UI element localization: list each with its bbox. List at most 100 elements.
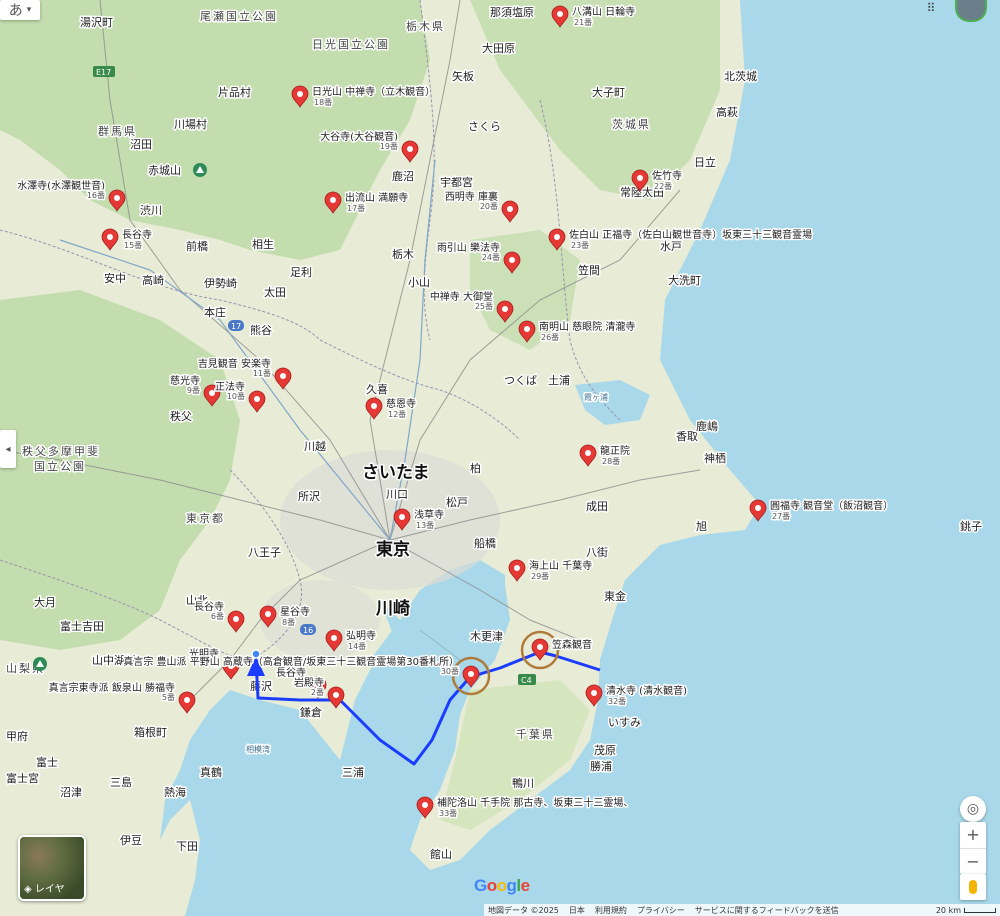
zoom-in-button[interactable]: + — [960, 822, 986, 848]
city-label: 片品村 — [218, 85, 251, 99]
chevron-left-icon: ◂ — [5, 443, 11, 455]
pin-number-label: 33番 — [439, 808, 457, 818]
privacy-link[interactable]: プライバシー — [637, 905, 685, 916]
pin-number-label: 12番 — [388, 409, 406, 419]
map-canvas[interactable]: 尾瀬国立公園 日光国立公園 群馬県 栃木県 茨城県 東京都 千葉県 秩父多摩甲斐… — [0, 0, 1000, 916]
temple-pin[interactable]: 清水寺 (清水観音)32番 — [585, 683, 689, 708]
layers-label: ◈ レイヤ — [24, 884, 65, 895]
pin-number-label: 9番 — [187, 385, 200, 395]
city-label: 大田原 — [482, 41, 515, 55]
water-label: 霞ヶ浦 — [584, 392, 608, 402]
city-label: つくば — [504, 374, 537, 387]
pin-name-label: 出流山 満願寺 — [345, 191, 408, 204]
city-label: 足利 — [290, 266, 312, 279]
collapse-panel-button[interactable]: ◂ — [0, 430, 16, 468]
road-shield: E17 — [96, 68, 111, 77]
pin-number-label: 14番 — [348, 641, 366, 651]
temple-pin[interactable]: 圓福寺 観音堂（飯沼観音）27番 — [749, 498, 895, 523]
pin-center — [554, 234, 560, 240]
zoom-out-button[interactable]: − — [960, 847, 986, 875]
pin-name-label: 真言宗東寺派 飯泉山 勝福寺 — [49, 681, 175, 694]
city-label: 大子町 — [592, 85, 625, 99]
city-label: いすみ — [608, 716, 641, 729]
scale-bar[interactable]: 20 km — [936, 906, 1000, 915]
ime-label: あ — [8, 3, 23, 19]
city-label: 秩父 — [170, 410, 192, 423]
city-label: 安中 — [104, 271, 126, 285]
pin-name-label: 長谷寺 — [122, 229, 152, 241]
city-label: 神栖 — [704, 451, 726, 465]
pin-center — [184, 697, 190, 703]
major-city-label: さいたま — [362, 463, 430, 483]
pin-center — [422, 802, 428, 808]
pin-number-label: 19番 — [380, 141, 398, 151]
pin-center — [399, 514, 405, 520]
region-label: 秩父多摩甲斐 — [22, 444, 100, 458]
pin-name-label: 海上山 千葉寺 — [529, 559, 592, 572]
road-shield: 16 — [303, 626, 313, 635]
my-location-button[interactable]: ◎ — [960, 796, 986, 822]
pin-center — [637, 175, 643, 181]
logo-letter: G — [474, 876, 487, 895]
pin-name-label: 星谷寺 — [280, 606, 310, 618]
pin-name-label: 圓福寺 観音堂（飯沼観音） — [770, 499, 893, 512]
city-label: 船橋 — [474, 536, 496, 550]
pin-number-label: 22番 — [654, 181, 672, 191]
region-label: 尾瀬国立公園 — [200, 9, 278, 23]
city-label: 高萩 — [716, 105, 738, 119]
pin-number-label: 15番 — [124, 240, 142, 250]
pin-center — [297, 91, 303, 97]
layers-label-text: レイヤ — [34, 884, 65, 895]
logo-letter: o — [496, 876, 507, 895]
city-label: 栃木 — [392, 247, 414, 261]
pin-center — [557, 11, 563, 17]
logo-letter: e — [520, 876, 530, 895]
city-label: 八王子 — [248, 546, 281, 559]
city-label: 鴨川 — [512, 776, 534, 790]
temple-pin[interactable]: 補陀洛山 千手院 那古寺、坂東三十三霊場、33番 — [416, 795, 635, 820]
city-label: 熱海 — [164, 785, 186, 799]
zoom-control: + − — [960, 822, 986, 874]
city-label: 熊谷 — [250, 323, 272, 337]
city-label: 太田 — [264, 286, 286, 299]
apps-grid-icon: ⠿ — [926, 1, 936, 15]
pegman-icon — [969, 880, 977, 894]
apps-icon[interactable]: ⠿ — [922, 0, 940, 16]
city-label: 館山 — [430, 847, 452, 861]
city-label: 勝浦 — [590, 759, 612, 773]
pin-number-label: 17番 — [347, 203, 365, 213]
city-label: 渋川 — [140, 204, 162, 217]
city-label: 茂原 — [594, 743, 616, 757]
city-label: 柏 — [470, 461, 481, 475]
region-label: 栃木県 — [406, 19, 445, 33]
city-label: 川場村 — [174, 117, 207, 131]
region-label: 日光国立公園 — [312, 37, 390, 51]
input-method-button[interactable]: あ ▾ — [0, 0, 40, 20]
pin-center — [333, 692, 339, 698]
city-label: 笠間 — [578, 263, 600, 277]
pin-number-label: 21番 — [574, 17, 592, 27]
pin-name-label: 弘明寺 — [346, 630, 376, 642]
pin-name-label: 補陀洛山 千手院 那古寺、坂東三十三霊場、 — [437, 796, 633, 809]
google-logo: Google — [474, 876, 530, 896]
street-view-pegman[interactable] — [960, 874, 986, 900]
pin-name-label: 慈恩寺 — [386, 397, 416, 410]
pin-center — [330, 197, 336, 203]
major-city-label: 川崎 — [375, 598, 410, 619]
water-label: 相模湾 — [246, 744, 270, 754]
layers-button[interactable]: ◈ レイヤ — [18, 835, 86, 901]
pin-name-label: 佐白山 正福寺（佐白山観世音寺）坂東三十三観音霊場 — [569, 228, 812, 241]
pin-number-label: 6番 — [211, 611, 224, 621]
city-label: 沼田 — [130, 137, 152, 151]
city-label: 日立 — [694, 155, 716, 169]
pin-number-label: 25番 — [475, 301, 493, 311]
city-label: 矢板 — [452, 69, 474, 83]
city-label: 香取 — [676, 430, 698, 443]
feedback-link[interactable]: サービスに関するフィードバックを送信 — [695, 905, 839, 916]
city-label: 真鶴 — [200, 765, 222, 779]
city-label: 久喜 — [366, 383, 388, 396]
region-link[interactable]: 日本 — [569, 905, 585, 916]
city-label: 本庄 — [204, 305, 226, 319]
terms-link[interactable]: 利用規約 — [595, 905, 627, 916]
city-label: 伊豆 — [120, 834, 142, 847]
